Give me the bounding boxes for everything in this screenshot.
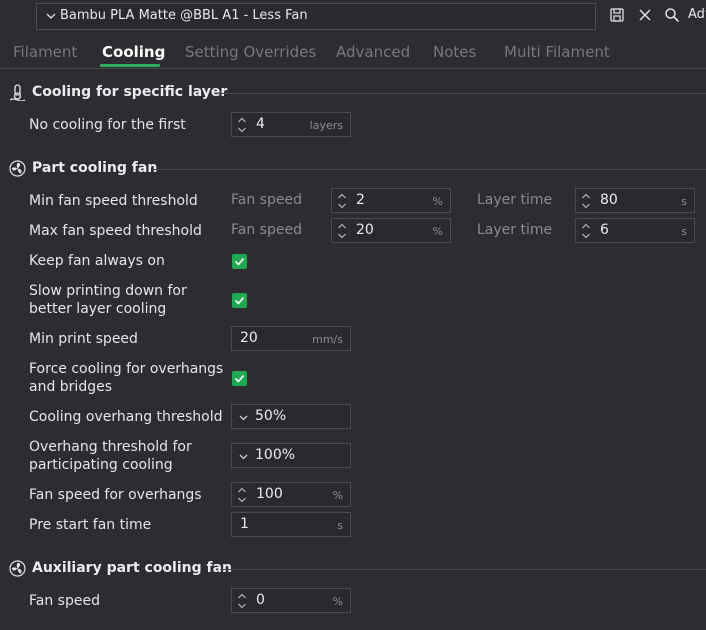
active-tab-indicator (100, 64, 160, 67)
chevron-down-icon (46, 13, 56, 19)
pre-start-fan-input[interactable]: 1 s (231, 512, 351, 537)
chevron-down-icon (239, 454, 248, 460)
min-fan-speed-input[interactable]: 2 % (331, 188, 451, 213)
save-icon[interactable] (609, 7, 625, 23)
fan-icon (9, 560, 26, 577)
min-print-speed-value: 20 (240, 330, 258, 346)
keep-fan-checkbox[interactable] (232, 254, 247, 269)
tab-multi-filament[interactable]: Multi Filament (504, 43, 610, 61)
overhang-threshold-value: 50% (255, 408, 287, 424)
overhang-fan-value: 100 (256, 486, 283, 502)
spin-stepper-icon[interactable] (237, 116, 247, 134)
fan-icon (9, 160, 26, 177)
max-fan-speed-value: 20 (356, 222, 374, 238)
overhang-fan-label: Fan speed for overhangs (29, 487, 202, 503)
max-fan-speed-unit: % (432, 225, 443, 238)
preset-name: Bambu PLA Matte @BBL A1 - Less Fan (60, 8, 308, 23)
max-layer-time-input[interactable]: 6 s (575, 218, 695, 243)
temperature-icon (9, 84, 26, 101)
close-icon[interactable] (637, 7, 653, 23)
spin-stepper-icon[interactable] (581, 222, 591, 240)
aux-fan-speed-input[interactable]: 0 % (231, 588, 351, 613)
max-layer-time-sublabel: Layer time (477, 222, 553, 238)
min-print-speed-unit: mm/s (312, 333, 343, 346)
overhang-threshold-select[interactable]: 50% (231, 404, 351, 429)
no-cooling-label: No cooling for the first (29, 117, 186, 133)
min-fan-speed-value: 2 (356, 192, 365, 208)
tab-filament[interactable]: Filament (13, 43, 77, 61)
min-print-speed-label: Min print speed (29, 331, 138, 347)
slow-down-label-line1: Slow printing down for (29, 283, 187, 299)
section-divider (153, 169, 706, 170)
no-cooling-value: 4 (256, 116, 265, 132)
slow-down-checkbox[interactable] (232, 293, 247, 308)
spin-stepper-icon[interactable] (337, 192, 347, 210)
section-title-part-fan: Part cooling fan (32, 160, 158, 176)
min-fan-speed-unit: % (432, 195, 443, 208)
checkmark-icon (234, 257, 245, 266)
tab-divider (0, 68, 706, 69)
chevron-down-icon (239, 415, 248, 421)
section-title-aux-fan: Auxiliary part cooling fan (32, 560, 233, 576)
filament-preset-select[interactable]: Bambu PLA Matte @BBL A1 - Less Fan (36, 3, 596, 30)
section-divider (215, 93, 706, 94)
section-title-specific-layer: Cooling for specific layer (32, 84, 228, 100)
aux-fan-speed-unit: % (332, 595, 343, 608)
max-layer-time-value: 6 (600, 222, 609, 238)
pre-start-fan-label: Pre start fan time (29, 517, 152, 533)
min-layer-time-sublabel: Layer time (477, 192, 553, 208)
force-cooling-checkbox[interactable] (232, 371, 247, 386)
min-layer-time-unit: s (681, 195, 687, 208)
tab-advanced[interactable]: Advanced (336, 43, 410, 61)
checkmark-icon (234, 374, 245, 383)
participating-label-line2: participating cooling (29, 457, 173, 473)
participating-threshold-select[interactable]: 100% (231, 443, 351, 468)
pre-start-fan-value: 1 (240, 516, 249, 532)
max-layer-time-unit: s (681, 225, 687, 238)
max-fan-threshold-label: Max fan speed threshold (29, 223, 202, 239)
overhang-fan-speed-input[interactable]: 100 % (231, 482, 351, 507)
pre-start-fan-unit: s (337, 519, 343, 532)
max-fan-speed-sublabel: Fan speed (231, 222, 302, 238)
aux-fan-speed-label: Fan speed (29, 593, 100, 609)
no-cooling-unit: layers (309, 119, 343, 132)
keep-fan-label: Keep fan always on (29, 253, 165, 269)
min-layer-time-value: 80 (600, 192, 618, 208)
spin-stepper-icon[interactable] (581, 192, 591, 210)
overhang-threshold-label: Cooling overhang threshold (29, 409, 223, 425)
force-cooling-label-line2: and bridges (29, 379, 113, 395)
tab-setting-overrides[interactable]: Setting Overrides (185, 43, 316, 61)
spin-stepper-icon[interactable] (237, 486, 247, 504)
tab-cooling[interactable]: Cooling (102, 43, 165, 61)
min-layer-time-input[interactable]: 80 s (575, 188, 695, 213)
min-fan-speed-sublabel: Fan speed (231, 192, 302, 208)
participating-label-line1: Overhang threshold for (29, 439, 192, 455)
spin-stepper-icon[interactable] (237, 592, 247, 610)
no-cooling-layers-input[interactable]: 4 layers (231, 112, 351, 137)
min-print-speed-input[interactable]: 20 mm/s (231, 326, 351, 351)
search-icon[interactable] (664, 7, 680, 23)
max-fan-speed-input[interactable]: 20 % (331, 218, 451, 243)
checkmark-icon (234, 296, 245, 305)
min-fan-threshold-label: Min fan speed threshold (29, 193, 198, 209)
section-divider (220, 569, 706, 570)
force-cooling-label-line1: Force cooling for overhangs (29, 361, 224, 377)
aux-fan-speed-value: 0 (256, 592, 265, 608)
tab-notes[interactable]: Notes (433, 43, 476, 61)
spin-stepper-icon[interactable] (337, 222, 347, 240)
slow-down-label-line2: better layer cooling (29, 301, 167, 317)
overhang-fan-unit: % (332, 489, 343, 502)
participating-threshold-value: 100% (255, 447, 296, 463)
advanced-toggle-label[interactable]: Adv (688, 7, 706, 22)
